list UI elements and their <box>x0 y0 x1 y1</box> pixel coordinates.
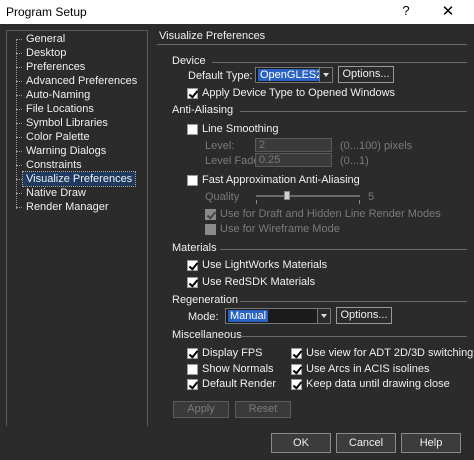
antialiasing-divider <box>240 111 467 112</box>
quality-slider-track[interactable] <box>256 195 360 197</box>
antialiasing-group-label: Anti-Aliasing <box>172 104 234 116</box>
mode-dropdown[interactable]: Manual <box>225 308 331 324</box>
level-input[interactable]: 2 <box>255 138 332 152</box>
default-render-label: Default Render <box>202 378 276 390</box>
level-label: Level: <box>205 140 235 152</box>
display-fps-label: Display FPS <box>202 347 263 359</box>
tree-item-advanced-preferences[interactable]: Advanced Preferences <box>16 74 140 88</box>
display-fps-checkbox[interactable] <box>187 348 198 359</box>
show-normals-label: Show Normals <box>202 363 274 375</box>
tree-item-render-manager[interactable]: Render Manager <box>16 200 112 214</box>
materials-divider <box>220 249 467 250</box>
acis-arcs-label: Use Arcs in ACIS isolines <box>306 363 430 375</box>
category-tree[interactable]: General Desktop Preferences Advanced Pre… <box>6 30 148 430</box>
quality-slider-thumb[interactable] <box>284 191 290 200</box>
materials-group-label: Materials <box>172 242 217 254</box>
redsdk-checkbox[interactable] <box>187 277 198 288</box>
tree-item-general[interactable]: General <box>16 32 68 46</box>
level-fade-input[interactable]: 0.25 <box>255 153 332 167</box>
faa-checkbox[interactable] <box>187 175 198 186</box>
draft-hidden-label: Use for Draft and Hidden Line Render Mod… <box>220 208 441 220</box>
apply-device-checkbox[interactable] <box>187 88 198 99</box>
show-normals-checkbox[interactable] <box>187 364 198 375</box>
title-bar: Program Setup ? ✕ <box>0 0 474 24</box>
quality-label: Quality <box>205 191 240 203</box>
regeneration-group-label: Regeneration <box>172 294 239 306</box>
tree-connector <box>16 39 18 209</box>
apply-button[interactable]: Apply <box>173 401 229 418</box>
wireframe-label: Use for Wireframe Mode <box>220 223 340 235</box>
tree-item-preferences[interactable]: Preferences <box>16 60 88 74</box>
misc-divider <box>236 336 467 337</box>
tree-item-native-draw[interactable]: Native Draw <box>16 186 89 200</box>
tree-item-warning-dialogs[interactable]: Warning Dialogs <box>16 144 109 158</box>
keep-data-checkbox[interactable] <box>291 379 302 390</box>
help-icon[interactable]: ? <box>396 3 416 18</box>
chevron-down-icon[interactable] <box>317 309 330 323</box>
apply-device-label: Apply Device Type to Opened Windows <box>202 87 396 99</box>
mode-value: Manual <box>228 310 269 322</box>
level-range-label: (0...100) pixels <box>340 140 413 152</box>
lightworks-checkbox[interactable] <box>187 260 198 271</box>
tree-item-desktop[interactable]: Desktop <box>16 46 69 60</box>
wireframe-checkbox[interactable] <box>205 224 216 235</box>
window-title: Program Setup <box>6 5 87 19</box>
faa-label: Fast Approximation Anti-Aliasing <box>202 174 360 186</box>
acis-arcs-checkbox[interactable] <box>291 364 302 375</box>
device-group-label: Device <box>172 55 206 67</box>
tree-item-symbol-libraries[interactable]: Symbol Libraries <box>16 116 111 130</box>
tree-item-visualize-preferences[interactable]: Visualize Preferences <box>16 171 137 187</box>
tree-item-constraints[interactable]: Constraints <box>16 158 85 172</box>
device-divider <box>212 62 467 63</box>
tree-item-color-palette[interactable]: Color Palette <box>16 130 93 144</box>
dialog-footer: OK Cancel Help <box>0 426 474 460</box>
cancel-button[interactable]: Cancel <box>336 433 396 453</box>
reset-button[interactable]: Reset <box>235 401 291 418</box>
lightworks-label: Use LightWorks Materials <box>202 259 328 271</box>
panel-title-divider <box>157 44 467 45</box>
tree-item-auto-naming[interactable]: Auto-Naming <box>16 88 93 102</box>
level-fade-label: Level Fade: <box>205 155 263 167</box>
help-button[interactable]: Help <box>401 433 461 453</box>
default-type-label: Default Type: <box>188 70 253 82</box>
regeneration-divider <box>240 301 467 302</box>
device-options-button[interactable]: Options... <box>338 66 394 83</box>
keep-data-label: Keep data until drawing close <box>306 378 450 390</box>
regeneration-options-button[interactable]: Options... <box>336 307 392 324</box>
line-smoothing-label: Line Smoothing <box>202 123 279 135</box>
tree-item-file-locations[interactable]: File Locations <box>16 102 97 116</box>
default-type-dropdown[interactable]: OpenGLES2 <box>255 67 333 83</box>
redsdk-label: Use RedSDK Materials <box>202 276 316 288</box>
draft-hidden-checkbox[interactable] <box>205 209 216 220</box>
mode-label: Mode: <box>188 311 219 323</box>
misc-group-label: Miscellaneous <box>172 329 242 341</box>
default-type-value: OpenGLES2 <box>258 69 325 81</box>
close-icon[interactable]: ✕ <box>436 2 460 20</box>
level-fade-range-label: (0...1) <box>340 155 369 167</box>
panel-title: Visualize Preferences <box>159 30 266 42</box>
adt-switching-checkbox[interactable] <box>291 348 302 359</box>
chevron-down-icon[interactable] <box>319 68 332 82</box>
quality-value: 5 <box>368 191 375 203</box>
default-render-checkbox[interactable] <box>187 379 198 390</box>
ok-button[interactable]: OK <box>271 433 331 453</box>
line-smoothing-checkbox[interactable] <box>187 124 198 135</box>
quality-slider-ticks <box>256 200 360 204</box>
adt-switching-label: Use view for ADT 2D/3D switching <box>306 347 474 359</box>
